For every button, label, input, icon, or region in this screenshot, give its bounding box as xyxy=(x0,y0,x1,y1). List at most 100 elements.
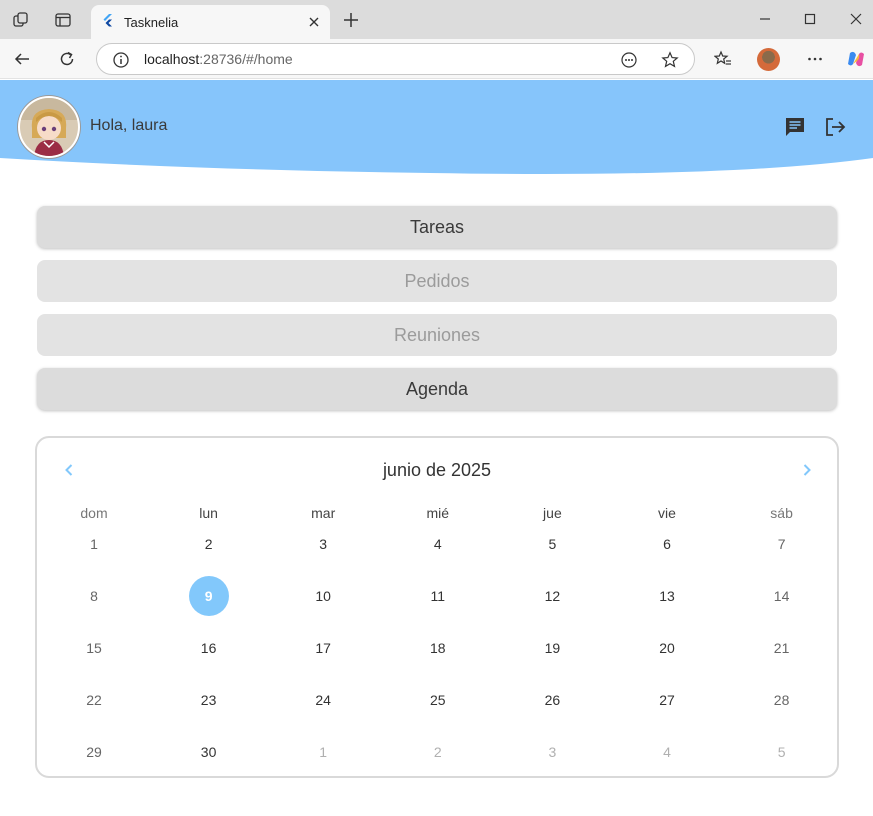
calendar-day[interactable]: 6 xyxy=(610,524,724,564)
calendar-day-number: 25 xyxy=(430,692,446,708)
weekday-label: mié xyxy=(426,505,450,521)
greeting-text: Hola, laura xyxy=(90,117,168,134)
calendar-day-number: 4 xyxy=(433,536,442,552)
calendar-day-number: 14 xyxy=(773,588,790,604)
weekday-label: vie xyxy=(658,505,676,521)
reuniones-button[interactable]: Reuniones xyxy=(37,314,837,356)
calendar-day-number: 29 xyxy=(86,744,102,760)
calendar-day[interactable]: 26 xyxy=(495,680,609,720)
close-tab-icon[interactable] xyxy=(306,14,322,30)
calendar-day-number: 1 xyxy=(90,536,98,552)
calendar: junio de 2025 dom lun mar mié jue vie sáb 1234… xyxy=(35,436,839,778)
calendar-day[interactable]: 19 xyxy=(495,628,609,668)
flutter-icon xyxy=(101,13,115,32)
calendar-day-number: 15 xyxy=(86,640,102,656)
calendar-day[interactable]: 3 xyxy=(495,732,609,772)
reader-mode-icon[interactable] xyxy=(619,50,639,70)
new-tab-icon[interactable] xyxy=(341,10,361,30)
favorite-star-icon[interactable] xyxy=(660,50,680,70)
favorites-icon[interactable] xyxy=(712,48,734,70)
calendar-day-number: 5 xyxy=(548,536,557,552)
calendar-day-number: 23 xyxy=(200,692,217,708)
tareas-button[interactable]: Tareas xyxy=(37,206,837,248)
browser-toolbar: localhost:28736/#/home xyxy=(0,39,873,79)
calendar-day-number: 27 xyxy=(659,692,675,708)
calendar-day-number: 19 xyxy=(544,640,561,656)
calendar-day[interactable]: 8 xyxy=(37,576,151,616)
calendar-day[interactable]: 2 xyxy=(381,732,495,772)
calendar-day-number: 3 xyxy=(548,744,557,760)
url-path: :28736/#/home xyxy=(199,51,293,67)
calendar-day[interactable]: 2 xyxy=(152,524,266,564)
calendar-day[interactable]: 17 xyxy=(266,628,380,668)
calendar-day[interactable]: 5 xyxy=(725,732,839,772)
user-avatar[interactable] xyxy=(18,96,80,158)
calendar-day[interactable]: 13 xyxy=(610,576,724,616)
back-icon[interactable] xyxy=(11,48,33,70)
calendar-day-number: 30 xyxy=(200,744,217,760)
calendar-day-number: 4 xyxy=(663,744,671,760)
reload-icon[interactable] xyxy=(56,48,78,70)
calendar-day-number: 22 xyxy=(86,692,102,708)
calendar-day-number: 2 xyxy=(433,744,442,760)
calendar-day[interactable]: 5 xyxy=(495,524,609,564)
agenda-button[interactable]: Agenda xyxy=(37,368,837,410)
profile-avatar[interactable] xyxy=(757,48,780,71)
calendar-day[interactable]: 7 xyxy=(725,524,839,564)
calendar-day-number: 3 xyxy=(319,536,328,552)
calendar-day[interactable]: 3 xyxy=(266,524,380,564)
chat-icon[interactable] xyxy=(783,115,807,139)
calendar-day-number: 28 xyxy=(773,692,790,708)
url-host: localhost xyxy=(144,51,200,67)
calendar-day[interactable]: 1 xyxy=(266,732,380,772)
info-icon[interactable] xyxy=(111,50,131,70)
calendar-day[interactable]: 18 xyxy=(381,628,495,668)
calendar-day-number: 16 xyxy=(200,640,217,656)
calendar-day[interactable]: 21 xyxy=(725,628,839,668)
calendar-day-number: 17 xyxy=(315,640,331,656)
calendar-day[interactable]: 27 xyxy=(610,680,724,720)
calendar-day-number: 7 xyxy=(777,536,786,552)
calendar-day-number: 11 xyxy=(430,588,446,604)
calendar-day[interactable]: 30 xyxy=(152,732,266,772)
logout-icon[interactable] xyxy=(823,115,847,139)
close-window-icon[interactable] xyxy=(845,8,867,30)
calendar-day[interactable]: 14 xyxy=(725,576,839,616)
pedidos-button[interactable]: Pedidos xyxy=(37,260,837,302)
calendar-day[interactable]: 24 xyxy=(266,680,380,720)
calendar-day[interactable]: 4 xyxy=(381,524,495,564)
more-options-icon[interactable] xyxy=(804,48,826,70)
browser-tab-bar: Tasknelia xyxy=(0,0,873,39)
weekday-label: mar xyxy=(311,505,336,521)
calendar-day[interactable]: 23 xyxy=(152,680,266,720)
tab-actions-icon[interactable] xyxy=(53,10,73,30)
maximize-icon[interactable] xyxy=(799,8,821,30)
browser-tab-active[interactable]: Tasknelia xyxy=(91,5,330,39)
calendar-day-number: 6 xyxy=(663,536,671,552)
calendar-day[interactable]: 11 xyxy=(381,576,495,616)
calendar-day[interactable]: 22 xyxy=(37,680,151,720)
url-text: localhost:28736/#/home xyxy=(144,51,293,67)
calendar-day[interactable]: 10 xyxy=(266,576,380,616)
calendar-day[interactable]: 29 xyxy=(37,732,151,772)
address-bar[interactable]: localhost:28736/#/home xyxy=(96,43,695,75)
weekday-label: sáb xyxy=(770,505,793,521)
workspaces-icon[interactable] xyxy=(11,10,31,30)
calendar-day[interactable]: 1 xyxy=(37,524,151,564)
calendar-day[interactable]: 28 xyxy=(725,680,839,720)
calendar-day[interactable]: 16 xyxy=(152,628,266,668)
calendar-day-number: 8 xyxy=(90,588,98,604)
calendar-day-selected[interactable]: 9 xyxy=(152,576,266,616)
calendar-day-number: 13 xyxy=(659,588,675,604)
weekday-label: jue xyxy=(543,505,562,521)
next-month-icon[interactable] xyxy=(799,462,815,478)
calendar-day[interactable]: 12 xyxy=(495,576,609,616)
calendar-day-number: 10 xyxy=(315,588,331,604)
calendar-day[interactable]: 25 xyxy=(381,680,495,720)
calendar-day[interactable]: 15 xyxy=(37,628,151,668)
copilot-icon[interactable] xyxy=(845,48,867,70)
calendar-day[interactable]: 20 xyxy=(610,628,724,668)
minimize-icon[interactable] xyxy=(754,8,776,30)
calendar-day[interactable]: 4 xyxy=(610,732,724,772)
calendar-month-title: junio de 2025 xyxy=(382,460,492,480)
